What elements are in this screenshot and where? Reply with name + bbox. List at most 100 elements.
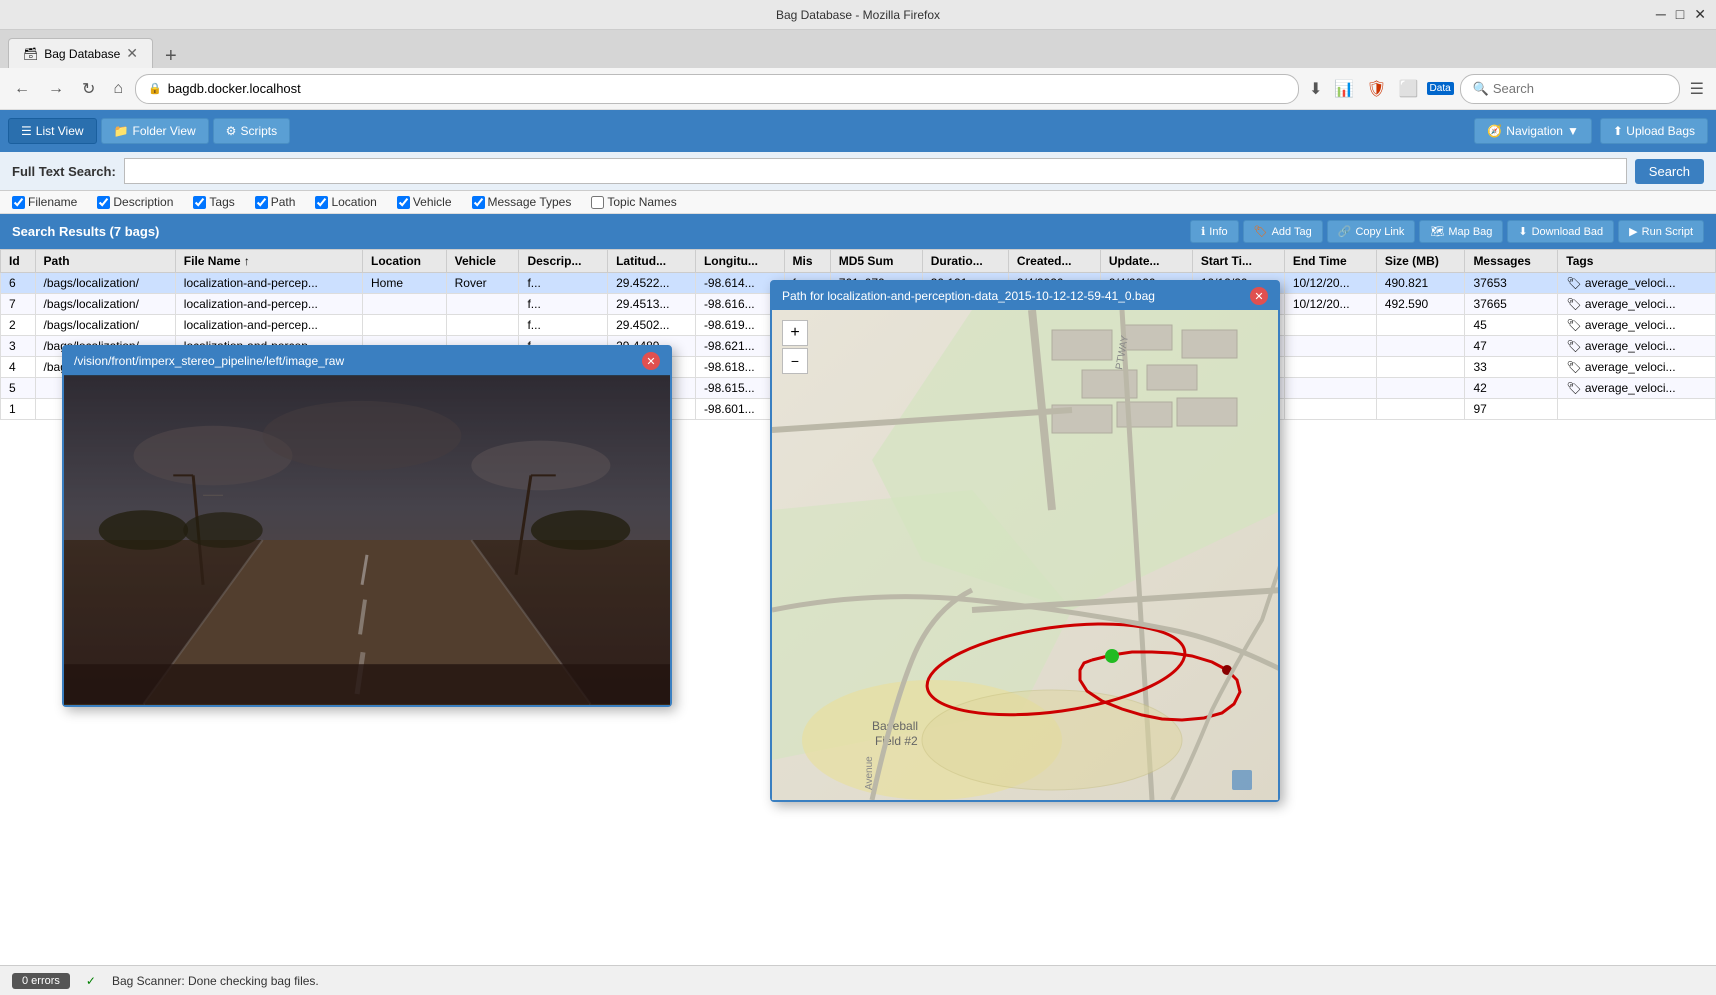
browser-title: Bag Database - Mozilla Firefox: [776, 8, 940, 22]
table-cell: 29.4502...: [608, 315, 696, 336]
info-button[interactable]: ℹ Info: [1190, 220, 1239, 243]
table-cell: 492.590: [1376, 294, 1465, 315]
table-cell: 2: [1, 315, 36, 336]
script-icon: ⚙: [226, 124, 237, 138]
filter-description[interactable]: Description: [97, 195, 173, 209]
col-vehicle[interactable]: Vehicle: [446, 250, 519, 273]
col-longitude[interactable]: Longitu...: [695, 250, 784, 273]
filter-row: Filename Description Tags Path Location …: [0, 191, 1716, 214]
shield-icon[interactable]: 🛡: [1362, 77, 1390, 101]
upload-icon: ⬆: [1613, 124, 1623, 138]
col-location[interactable]: Location: [363, 250, 447, 273]
col-end-time[interactable]: End Time: [1284, 250, 1376, 273]
folder-view-button[interactable]: 📁 Folder View: [101, 118, 209, 144]
table-cell: 🏷 average_veloci...: [1558, 315, 1716, 336]
list-view-icon: ☰: [21, 124, 32, 138]
list-view-button[interactable]: ☰ List View: [8, 118, 97, 144]
back-button[interactable]: ←: [8, 76, 36, 102]
filter-topic-names[interactable]: Topic Names: [591, 195, 676, 209]
filter-location[interactable]: Location: [315, 195, 376, 209]
browser-toolbar: ← → ↻ ⌂ 🔒 ⬇ 📊 🛡 ⬜ Data 🔍 ☰: [0, 68, 1716, 110]
image-popup-title: /vision/front/imperx_stereo_pipeline/lef…: [74, 354, 344, 368]
col-created[interactable]: Created...: [1008, 250, 1100, 273]
table-cell: localization-and-percep...: [175, 294, 362, 315]
menu-icon[interactable]: ☰: [1686, 77, 1708, 101]
col-missing[interactable]: Mis: [784, 250, 830, 273]
filter-filename[interactable]: Filename: [12, 195, 77, 209]
table-cell: 42: [1465, 378, 1558, 399]
table-cell: 6: [1, 273, 36, 294]
col-description[interactable]: Descrip...: [519, 250, 608, 273]
url-input[interactable]: [168, 81, 1286, 96]
col-messages[interactable]: Messages: [1465, 250, 1558, 273]
svg-text:Field #2: Field #2: [875, 734, 918, 748]
forward-button[interactable]: →: [42, 76, 70, 102]
col-start-time[interactable]: Start Ti...: [1192, 250, 1284, 273]
col-duration[interactable]: Duratio...: [922, 250, 1008, 273]
add-tag-button[interactable]: 🏷 Add Tag: [1243, 220, 1323, 243]
app-container: ☰ List View 📁 Folder View ⚙ Scripts 🧭 Na…: [0, 110, 1716, 965]
info-icon: ℹ: [1201, 225, 1205, 238]
col-updated[interactable]: Update...: [1100, 250, 1192, 273]
col-tags[interactable]: Tags: [1558, 250, 1716, 273]
run-icon: ▶: [1629, 225, 1637, 238]
col-filename[interactable]: File Name ↑: [175, 250, 362, 273]
table-cell: 🏷 average_veloci...: [1558, 357, 1716, 378]
col-latitude[interactable]: Latitud...: [608, 250, 696, 273]
minimize-icon[interactable]: ─: [1656, 6, 1666, 23]
zoom-out-button[interactable]: −: [782, 348, 808, 374]
table-cell: 97: [1465, 399, 1558, 420]
browser-search-bar[interactable]: 🔍: [1460, 74, 1680, 104]
screen-icon[interactable]: ⬜: [1395, 77, 1423, 101]
map-svg: Baseball Field #2 Avenue: [772, 310, 1278, 800]
scripts-button[interactable]: ⚙ Scripts: [213, 118, 290, 144]
search-icon: 🔍: [1473, 81, 1489, 97]
close-icon[interactable]: ✕: [1694, 6, 1706, 23]
col-path[interactable]: Path: [35, 250, 175, 273]
home-button[interactable]: ⌂: [107, 76, 129, 102]
browser-search-input[interactable]: [1493, 81, 1669, 96]
col-size[interactable]: Size (MB): [1376, 250, 1465, 273]
new-tab-button[interactable]: +: [159, 45, 183, 68]
url-bar[interactable]: 🔒: [135, 74, 1299, 104]
map-popup-close-button[interactable]: ✕: [1250, 287, 1268, 305]
extensions-icon[interactable]: 📊: [1330, 77, 1358, 101]
browser-titlebar: Bag Database - Mozilla Firefox ─ □ ✕: [0, 0, 1716, 30]
app-nav-right: 🧭 Navigation ▼ ⬆ Upload Bags: [1474, 118, 1708, 144]
maximize-icon[interactable]: □: [1676, 6, 1684, 23]
table-cell: /bags/localization/: [35, 273, 175, 294]
search-input[interactable]: [124, 158, 1627, 184]
table-cell: f...: [519, 315, 608, 336]
image-popup-close-button[interactable]: ✕: [642, 352, 660, 370]
filter-path[interactable]: Path: [255, 195, 296, 209]
navigation-dropdown-button[interactable]: 🧭 Navigation ▼: [1474, 118, 1592, 144]
filter-vehicle[interactable]: Vehicle: [397, 195, 452, 209]
table-cell: Rover: [446, 273, 519, 294]
data-icon[interactable]: Data: [1427, 82, 1454, 95]
table-cell: 🏷 average_veloci...: [1558, 294, 1716, 315]
copy-link-button[interactable]: 🔗 Copy Link: [1327, 220, 1416, 243]
col-id[interactable]: Id: [1, 250, 36, 273]
filter-message-types[interactable]: Message Types: [472, 195, 572, 209]
results-title: Search Results (7 bags): [12, 224, 159, 239]
download-bag-button[interactable]: ⬇ Download Bad: [1507, 220, 1614, 243]
run-script-button[interactable]: ▶ Run Script: [1618, 220, 1704, 243]
table-cell: 3: [1, 336, 36, 357]
error-badge[interactable]: 0 errors: [12, 973, 70, 989]
browser-tab[interactable]: 🗃 Bag Database ✕: [8, 38, 153, 68]
tab-close-button[interactable]: ✕: [126, 45, 138, 62]
download-bag-icon: ⬇: [1518, 225, 1527, 238]
download-icon[interactable]: ⬇: [1305, 77, 1326, 101]
col-md5[interactable]: MD5 Sum: [830, 250, 922, 273]
upload-bags-button[interactable]: ⬆ Upload Bags: [1600, 118, 1708, 144]
table-cell: 37665: [1465, 294, 1558, 315]
zoom-in-button[interactable]: +: [782, 320, 808, 346]
reload-button[interactable]: ↻: [76, 75, 101, 103]
browser-toolbar-icons: ⬇ 📊 🛡 ⬜ Data: [1305, 77, 1454, 101]
map-bag-button[interactable]: 🗺 Map Bag: [1419, 220, 1503, 243]
search-button[interactable]: Search: [1635, 159, 1704, 184]
table-cell: 7: [1, 294, 36, 315]
filter-tags[interactable]: Tags: [193, 195, 234, 209]
image-popup-titlebar: /vision/front/imperx_stereo_pipeline/lef…: [64, 347, 670, 375]
table-header-row: Id Path File Name ↑ Location Vehicle Des…: [1, 250, 1716, 273]
